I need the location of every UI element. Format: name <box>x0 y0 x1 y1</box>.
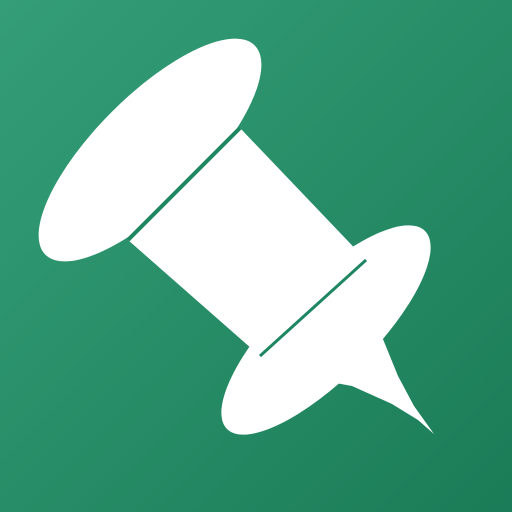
pushpin-icon <box>0 0 512 512</box>
app-icon[interactable] <box>0 0 512 512</box>
